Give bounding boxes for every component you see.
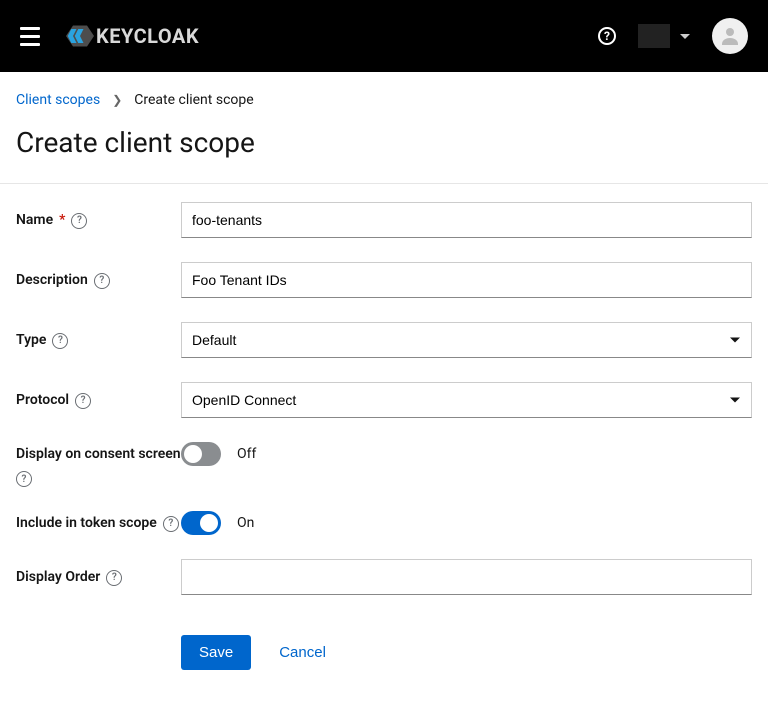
display-consent-switch[interactable] bbox=[181, 442, 221, 466]
type-select[interactable] bbox=[181, 322, 752, 358]
header-left: KEYCLOAK bbox=[20, 22, 199, 50]
label-display-consent: Display on consent screen ? bbox=[16, 442, 181, 487]
help-icon[interactable]: ? bbox=[52, 333, 68, 349]
protocol-select[interactable] bbox=[181, 382, 752, 418]
display-order-input[interactable] bbox=[181, 559, 752, 595]
user-avatar[interactable] bbox=[712, 18, 748, 54]
field-display-consent: Display on consent screen ? Off bbox=[16, 442, 752, 487]
type-select-value[interactable] bbox=[181, 322, 752, 358]
field-protocol: Protocol ? bbox=[16, 382, 752, 418]
field-name: Name * ? bbox=[16, 202, 752, 238]
menu-toggle-icon[interactable] bbox=[20, 27, 40, 46]
breadcrumb-current: Create client scope bbox=[134, 92, 253, 108]
display-consent-state: Off bbox=[237, 446, 256, 462]
breadcrumb: Client scopes ❯ Create client scope bbox=[0, 72, 768, 108]
help-icon[interactable]: ? bbox=[163, 516, 179, 532]
page-title: Create client scope bbox=[0, 108, 768, 183]
help-icon[interactable]: ? bbox=[598, 27, 616, 45]
realm-selector[interactable] bbox=[638, 24, 690, 48]
chevron-down-icon bbox=[680, 34, 690, 39]
realm-box bbox=[638, 24, 670, 48]
app-header: KEYCLOAK ? bbox=[0, 0, 768, 72]
keycloak-hex-icon bbox=[66, 22, 94, 50]
brand-text: KEYCLOAK bbox=[96, 24, 199, 48]
help-icon[interactable]: ? bbox=[94, 273, 110, 289]
label-display-order: Display Order ? bbox=[16, 559, 181, 588]
field-type: Type ? bbox=[16, 322, 752, 358]
field-description: Description ? bbox=[16, 262, 752, 298]
brand-logo[interactable]: KEYCLOAK bbox=[66, 22, 199, 50]
cancel-button[interactable]: Cancel bbox=[279, 644, 326, 661]
chevron-right-icon: ❯ bbox=[112, 93, 122, 107]
field-display-order: Display Order ? bbox=[16, 559, 752, 595]
field-include-token: Include in token scope ? On bbox=[16, 511, 752, 535]
required-indicator: * bbox=[59, 210, 65, 231]
name-input[interactable] bbox=[181, 202, 752, 238]
label-name: Name * ? bbox=[16, 202, 181, 231]
label-description: Description ? bbox=[16, 262, 181, 291]
header-right: ? bbox=[598, 18, 748, 54]
help-icon[interactable]: ? bbox=[71, 213, 87, 229]
breadcrumb-parent-link[interactable]: Client scopes bbox=[16, 92, 100, 108]
form-actions: Save Cancel bbox=[16, 635, 752, 670]
label-type: Type ? bbox=[16, 322, 181, 351]
include-token-switch[interactable] bbox=[181, 511, 221, 535]
save-button[interactable]: Save bbox=[181, 635, 251, 670]
include-token-state: On bbox=[237, 515, 254, 531]
create-client-scope-form: Name * ? Description ? Type ? bbox=[0, 184, 768, 688]
label-include-token: Include in token scope ? bbox=[16, 511, 181, 534]
help-icon[interactable]: ? bbox=[106, 570, 122, 586]
label-protocol: Protocol ? bbox=[16, 382, 181, 411]
description-input[interactable] bbox=[181, 262, 752, 298]
protocol-select-value[interactable] bbox=[181, 382, 752, 418]
help-icon[interactable]: ? bbox=[16, 471, 32, 487]
help-icon[interactable]: ? bbox=[75, 393, 91, 409]
